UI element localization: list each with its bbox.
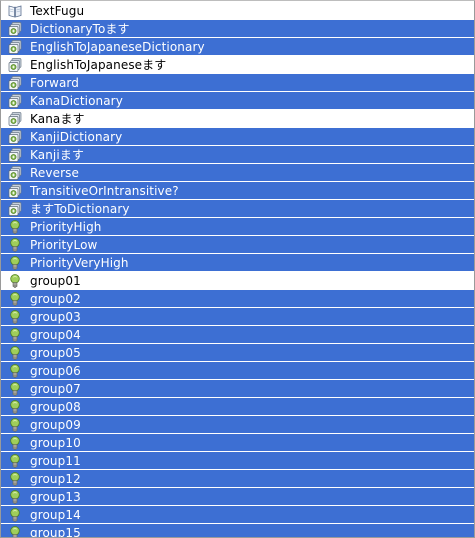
list-item-label: group13 (30, 489, 81, 504)
list-item-label: ますToDictionary (30, 201, 130, 216)
stack-icon (7, 147, 23, 163)
stack-icon (7, 201, 23, 217)
stack-icon (7, 183, 23, 199)
stack-icon (7, 75, 23, 91)
bulb-icon (7, 489, 23, 505)
list-item[interactable]: group12 (1, 470, 474, 487)
list-item[interactable]: Kanaます (1, 110, 474, 127)
list-item[interactable]: group01 (1, 272, 474, 289)
list-item[interactable]: Reverse (1, 164, 474, 181)
list-item-label: group10 (30, 435, 81, 450)
bulb-icon (7, 345, 23, 361)
list-item-label: TextFugu (30, 3, 85, 18)
stack-icon (7, 39, 23, 55)
bulb-icon (7, 327, 23, 343)
list-item-label: group06 (30, 363, 81, 378)
bulb-icon (7, 363, 23, 379)
list-item-label: KanjiDictionary (30, 129, 123, 144)
list-item-label: Kanaます (30, 111, 85, 126)
list-item-label: KanaDictionary (30, 93, 123, 108)
list-item-label: TransitiveOrIntransitive? (30, 183, 179, 198)
bulb-icon (7, 309, 23, 325)
bulb-icon (7, 471, 23, 487)
stack-icon (7, 21, 23, 37)
list-item-label: DictionaryToます (30, 21, 130, 36)
list-item-label: group07 (30, 381, 81, 396)
list-item[interactable]: KanjiDictionary (1, 128, 474, 145)
bulb-icon (7, 435, 23, 451)
stack-icon (7, 111, 23, 127)
list-item-label: group11 (30, 453, 81, 468)
bulb-icon (7, 417, 23, 433)
list-item[interactable]: ますToDictionary (1, 200, 474, 217)
bulb-icon (7, 291, 23, 307)
bulb-icon (7, 453, 23, 469)
list-item-label: group01 (30, 273, 81, 288)
list-item-label: group02 (30, 291, 81, 306)
list-item-label: Kanjiます (30, 147, 84, 162)
list-item[interactable]: group09 (1, 416, 474, 433)
list-item[interactable]: Kanjiます (1, 146, 474, 163)
list-item-label: group05 (30, 345, 81, 360)
bulb-icon (7, 237, 23, 253)
list-item-label: PriorityHigh (30, 219, 102, 234)
list-item-label: EnglishToJapaneseます (30, 57, 167, 72)
list-item[interactable]: group07 (1, 380, 474, 397)
list-item[interactable]: group02 (1, 290, 474, 307)
list-item[interactable]: group11 (1, 452, 474, 469)
list-item[interactable]: EnglishToJapaneseDictionary (1, 38, 474, 55)
list-item[interactable]: group03 (1, 308, 474, 325)
list-item[interactable]: group08 (1, 398, 474, 415)
list-item-label: Reverse (30, 165, 79, 180)
bulb-icon (7, 525, 23, 537)
list-item[interactable]: PriorityVeryHigh (1, 254, 474, 271)
list-item-label: group14 (30, 507, 81, 522)
list-item-label: Forward (30, 75, 79, 90)
list-item-label: group12 (30, 471, 81, 486)
book-icon (7, 3, 23, 19)
list-item-label: EnglishToJapaneseDictionary (30, 39, 205, 54)
list-item[interactable]: group10 (1, 434, 474, 451)
list-item[interactable]: TransitiveOrIntransitive? (1, 182, 474, 199)
bulb-icon (7, 219, 23, 235)
item-list: TextFugu DictionaryToます EnglishToJapaneseD… (1, 2, 474, 538)
list-item[interactable]: group05 (1, 344, 474, 361)
list-item[interactable]: group04 (1, 326, 474, 343)
list-item[interactable]: group14 (1, 506, 474, 523)
list-panel: TextFugu DictionaryToます EnglishToJapaneseD… (0, 0, 475, 538)
stack-icon (7, 93, 23, 109)
list-item[interactable]: DictionaryToます (1, 20, 474, 37)
list-item-label: PriorityVeryHigh (30, 255, 129, 270)
list-item[interactable]: group15 (1, 524, 474, 538)
list-item-label: group08 (30, 399, 81, 414)
list-item-label: group04 (30, 327, 81, 342)
list-item[interactable]: PriorityHigh (1, 218, 474, 235)
list-item-label: group09 (30, 417, 81, 432)
bulb-icon (7, 381, 23, 397)
stack-icon (7, 165, 23, 181)
bulb-icon (7, 255, 23, 271)
list-item[interactable]: Forward (1, 74, 474, 91)
list-item[interactable]: TextFugu (1, 2, 474, 19)
bulb-icon (7, 273, 23, 289)
list-item-label: group15 (30, 525, 81, 538)
list-item[interactable]: group06 (1, 362, 474, 379)
list-item[interactable]: group13 (1, 488, 474, 505)
stack-icon (7, 129, 23, 145)
bulb-icon (7, 399, 23, 415)
list-item[interactable]: EnglishToJapaneseます (1, 56, 474, 73)
list-item[interactable]: PriorityLow (1, 236, 474, 253)
stack-icon (7, 57, 23, 73)
list-item[interactable]: KanaDictionary (1, 92, 474, 109)
list-item-label: group03 (30, 309, 81, 324)
bulb-icon (7, 507, 23, 523)
list-item-label: PriorityLow (30, 237, 98, 252)
